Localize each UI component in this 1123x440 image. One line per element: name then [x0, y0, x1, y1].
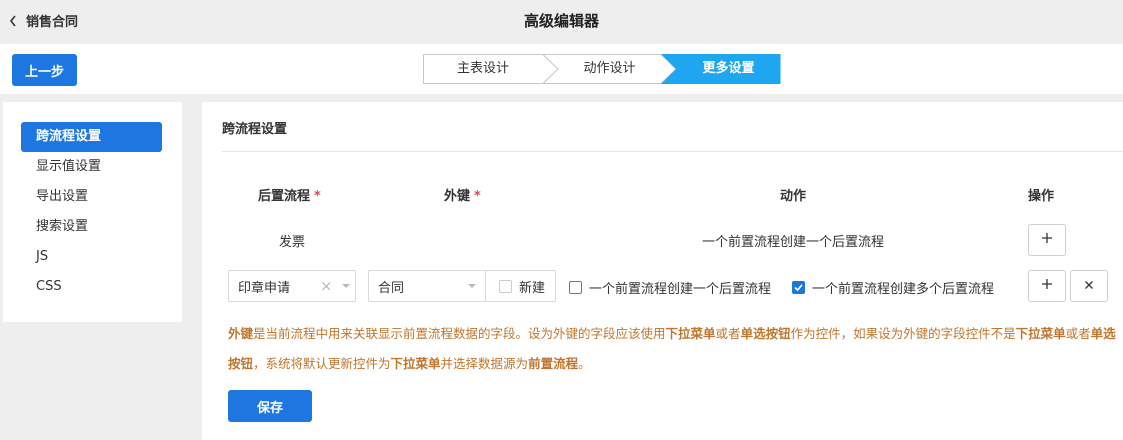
chevron-left-icon [8, 14, 18, 28]
foreign-key-note: 外键是当前流程中用来关联显示前置流程数据的字段。设为外键的字段应该使用下拉菜单或… [228, 319, 1118, 379]
option-one-to-one[interactable]: 一个前置流程创建一个后置流程 [569, 278, 771, 297]
column-header-foreign-key: 外键 * [444, 185, 481, 204]
sidebar-item-js[interactable]: JS [21, 242, 162, 272]
note-term: 下拉菜单 [1015, 326, 1066, 341]
new-checkbox-field[interactable]: 新建 [485, 270, 556, 302]
new-checkbox[interactable] [499, 279, 512, 293]
settings-sidebar: 跨流程设置 显示值设置 导出设置 搜索设置 JS CSS [3, 102, 182, 322]
plus-icon [1041, 278, 1053, 294]
main-panel: 跨流程设置 后置流程 * 外键 * 动作 操作 发票 一个前置流程创建一个后置流程 … [202, 102, 1123, 440]
note-term: 下拉菜单 [390, 356, 441, 371]
sidebar-item-css[interactable]: CSS [21, 272, 162, 302]
note-text: 并选择数据源为 [440, 356, 529, 371]
note-text: 或者 [1065, 326, 1091, 341]
note-text: 。 [578, 356, 591, 371]
back-label: 销售合同 [26, 15, 79, 30]
step-bar: 上一步 主表设计 动作设计 更多设置 [0, 44, 1123, 94]
back-button[interactable]: 销售合同 [8, 11, 78, 30]
sidebar-item-display-value[interactable]: 显示值设置 [21, 152, 162, 182]
sidebar-item-cross-process[interactable]: 跨流程设置 [21, 122, 162, 152]
foreign-key-select[interactable]: 合同 [368, 270, 486, 302]
row2-remove-button[interactable] [1070, 270, 1108, 302]
caret-down-icon [468, 284, 476, 288]
column-header-action: 动作 [780, 189, 807, 204]
note-term: 单选按钮 [740, 326, 791, 341]
option-one-to-many-label: 一个前置流程创建多个后置流程 [812, 282, 995, 297]
option-one-to-one-label: 一个前置流程创建一个后置流程 [589, 282, 772, 297]
new-checkbox-label: 新建 [519, 280, 546, 296]
sidebar-item-search[interactable]: 搜索设置 [21, 212, 162, 242]
note-text: ，系统将默认更新控件为 [253, 356, 391, 371]
save-button[interactable]: 保存 [228, 390, 312, 422]
column-header-operation: 操作 [1028, 189, 1055, 204]
row2-add-button[interactable] [1028, 270, 1066, 302]
foreign-key-select-value: 合同 [378, 280, 405, 296]
checkmark-icon [794, 284, 803, 292]
top-bar: 销售合同 高级编辑器 [0, 0, 1123, 42]
step-main-table-design[interactable]: 主表设计 [423, 54, 543, 84]
step-more-settings[interactable]: 更多设置 [676, 54, 781, 84]
close-icon [1084, 279, 1094, 294]
note-text: 或者 [715, 326, 741, 341]
previous-step-button[interactable]: 上一步 [12, 54, 77, 86]
note-term: 下拉菜单 [665, 326, 716, 341]
downstream-select[interactable]: 印章申请 × [228, 270, 356, 302]
row1-downstream: 发票 [279, 235, 306, 250]
caret-down-icon [342, 284, 350, 288]
column-header-downstream: 后置流程 * [258, 185, 321, 204]
page-title: 高级编辑器 [523, 12, 599, 30]
option-one-to-one-checkbox[interactable] [569, 281, 582, 294]
sidebar-item-export[interactable]: 导出设置 [21, 182, 162, 212]
note-term: 外键 [228, 326, 254, 341]
plus-icon [1041, 232, 1053, 248]
downstream-select-value: 印章申请 [238, 280, 291, 296]
row1-add-button[interactable] [1028, 224, 1066, 256]
column-header-foreign-key-label: 外键 [444, 189, 471, 204]
clear-x-icon[interactable]: × [320, 277, 333, 295]
section-title: 跨流程设置 [222, 122, 288, 137]
note-term: 前置流程 [528, 356, 579, 371]
note-text: 作为控件，如果设为外键的字段控件不是 [790, 326, 1016, 341]
row1-action: 一个前置流程创建一个后置流程 [702, 235, 885, 250]
option-one-to-many-checkbox[interactable] [792, 281, 805, 294]
option-one-to-many[interactable]: 一个前置流程创建多个后置流程 [792, 278, 994, 297]
required-mark: * [474, 189, 481, 204]
step-action-design[interactable]: 动作设计 [558, 54, 661, 84]
required-mark: * [314, 189, 321, 204]
note-text: 是当前流程中用来关联显示前置流程数据的字段。设为外键的字段应该使用 [253, 326, 666, 341]
column-header-downstream-label: 后置流程 [258, 189, 311, 204]
step-indicator: 主表设计 动作设计 更多设置 [423, 54, 781, 84]
section-divider [222, 151, 1123, 152]
